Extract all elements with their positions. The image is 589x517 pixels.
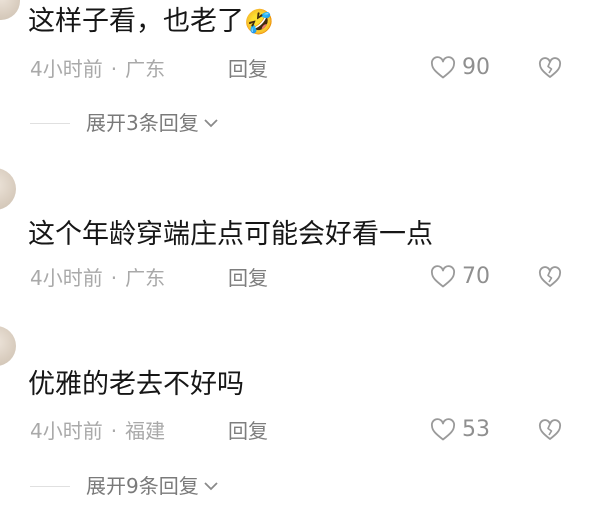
- comment-text: 这样子看，也老了🤣: [28, 6, 274, 37]
- avatar[interactable]: [0, 326, 16, 366]
- comment-meta: 4小时前 · 福建: [30, 421, 165, 441]
- laughing-emoji-icon: 🤣: [244, 8, 274, 36]
- like-count: 53: [462, 417, 490, 442]
- avatar[interactable]: [0, 168, 16, 210]
- avatar[interactable]: [0, 0, 20, 20]
- like-button[interactable]: 53: [430, 418, 490, 442]
- dislike-button[interactable]: [538, 266, 562, 292]
- comment-location: 福建: [125, 419, 166, 443]
- comment-time: 4小时前: [30, 419, 103, 443]
- comment-location: 广东: [125, 57, 166, 81]
- meta-separator: ·: [110, 266, 118, 290]
- reply-button[interactable]: 回复: [228, 268, 268, 288]
- like-count: 90: [462, 55, 490, 80]
- comment-meta: 4小时前 · 广东: [30, 59, 165, 79]
- chevron-down-icon: [204, 482, 218, 491]
- heart-outline-icon: [431, 418, 455, 441]
- expand-replies-button[interactable]: 展开3条回复: [30, 113, 219, 133]
- heart-outline-icon: [431, 56, 455, 79]
- comment-time: 4小时前: [30, 266, 103, 290]
- chevron-down-icon: [204, 119, 218, 128]
- like-count: 70: [462, 264, 490, 289]
- broken-heart-icon: [538, 419, 562, 440]
- broken-heart-icon: [538, 57, 562, 78]
- comment-time: 4小时前: [30, 57, 103, 81]
- heart-outline-icon: [431, 265, 455, 288]
- reply-button[interactable]: 回复: [228, 59, 268, 79]
- dislike-button[interactable]: [538, 57, 562, 83]
- comment-text: 这个年龄穿端庄点可能会好看一点: [28, 219, 433, 250]
- divider-line: [30, 122, 70, 124]
- like-button[interactable]: 90: [430, 56, 490, 80]
- comment-location: 广东: [125, 266, 166, 290]
- meta-separator: ·: [110, 57, 118, 81]
- comment-text: 优雅的老去不好吗: [28, 369, 244, 400]
- expand-replies-button[interactable]: 展开9条回复: [30, 476, 219, 496]
- dislike-button[interactable]: [538, 419, 562, 445]
- like-button[interactable]: 70: [430, 265, 490, 289]
- reply-button[interactable]: 回复: [228, 421, 268, 441]
- meta-separator: ·: [110, 419, 118, 443]
- divider-line: [30, 485, 70, 487]
- comment-meta: 4小时前 · 广东: [30, 268, 165, 288]
- broken-heart-icon: [538, 266, 562, 287]
